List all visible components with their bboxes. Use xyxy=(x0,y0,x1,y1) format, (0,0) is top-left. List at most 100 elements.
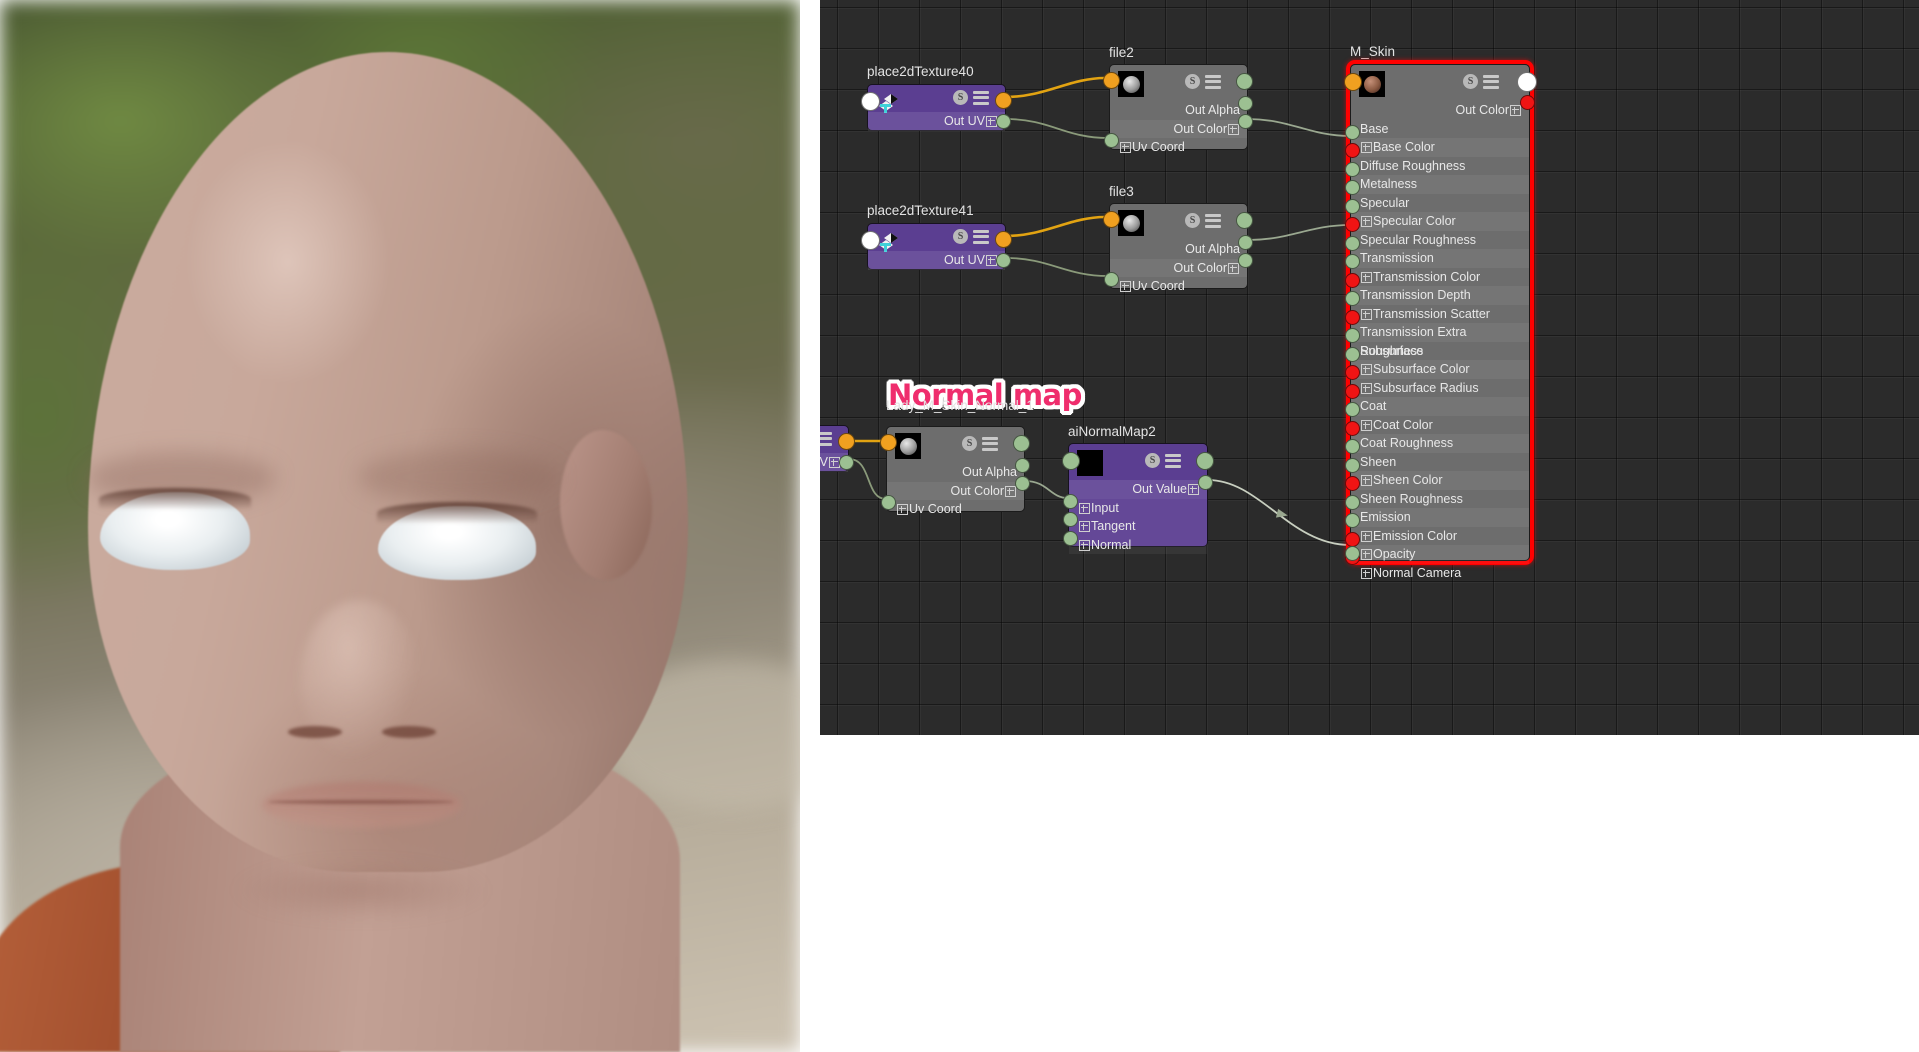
node-output-row[interactable]: Out UV xyxy=(868,251,1005,270)
node-output-row[interactable]: Out Value xyxy=(1069,480,1207,499)
s-badge-icon[interactable]: S xyxy=(1463,74,1478,89)
plug-subsurface-radius[interactable] xyxy=(1345,384,1360,399)
plug-out-uv[interactable] xyxy=(996,114,1011,129)
attr-row-base[interactable]: Base xyxy=(1351,120,1529,139)
node-input-row[interactable]: Normal xyxy=(1069,535,1207,554)
hamburger-icon[interactable] xyxy=(973,229,989,244)
s-badge-icon[interactable]: S xyxy=(1185,74,1200,89)
attr-row-emission[interactable]: Emission xyxy=(1351,508,1529,527)
plug-out-uv[interactable] xyxy=(996,253,1011,268)
plug-in-tangent[interactable] xyxy=(1063,512,1078,527)
hypershade-node-editor[interactable]: Color map Roughness map Normal map place… xyxy=(820,0,1919,735)
plug-transmission[interactable] xyxy=(1345,254,1360,269)
attr-row-transmission-scatter[interactable]: Transmission Scatter xyxy=(1351,305,1529,324)
plug-header-out[interactable] xyxy=(1517,72,1537,92)
node-output-row[interactable]: Out Color xyxy=(1110,258,1247,277)
plug-transmission-color[interactable] xyxy=(1345,273,1360,288)
expand-icon[interactable] xyxy=(1361,364,1372,376)
plug-out-message[interactable] xyxy=(1013,435,1030,452)
node-header[interactable]: S xyxy=(1069,444,1207,480)
plug-transmission-depth[interactable] xyxy=(1345,291,1360,306)
node-place2dtexture40[interactable]: S Out UV xyxy=(861,84,1012,131)
attr-row-subsurface[interactable]: Subsurface xyxy=(1351,342,1529,361)
plug-coat-color[interactable] xyxy=(1345,421,1360,436)
plug-in-uv-coord[interactable] xyxy=(1104,272,1119,287)
expand-icon[interactable] xyxy=(1361,530,1372,542)
expand-icon[interactable] xyxy=(1228,123,1239,135)
node-header[interactable]: S xyxy=(1351,65,1529,101)
plug-message-in[interactable] xyxy=(861,92,880,111)
plug-header-out[interactable] xyxy=(995,231,1012,248)
plug-out-message[interactable] xyxy=(1196,452,1214,470)
plug-specular-color[interactable] xyxy=(1345,217,1360,232)
plug-emission[interactable] xyxy=(1345,513,1360,528)
node-output-row[interactable]: Out UV xyxy=(868,112,1005,131)
attr-row-transmission-depth[interactable]: Transmission Depth xyxy=(1351,286,1529,305)
expand-icon[interactable] xyxy=(1361,271,1372,283)
node-output-row[interactable]: Out Alpha xyxy=(887,463,1024,482)
expand-icon[interactable] xyxy=(1228,262,1239,274)
node-place2dtexture42[interactable]: S Out UV xyxy=(820,425,855,472)
plug-sheen-roughness[interactable] xyxy=(1345,495,1360,510)
plug-out-message[interactable] xyxy=(1236,73,1253,90)
expand-icon[interactable] xyxy=(1005,485,1016,497)
plug-base-color[interactable] xyxy=(1345,143,1360,158)
node-header[interactable]: S xyxy=(887,427,1024,463)
plug-out-color[interactable] xyxy=(1015,476,1030,491)
attr-row-coat[interactable]: Coat xyxy=(1351,397,1529,416)
hamburger-icon[interactable] xyxy=(973,90,989,105)
expand-icon[interactable] xyxy=(1120,281,1131,293)
node-output-row[interactable]: Out Alpha xyxy=(1110,101,1247,120)
plug-out-alpha[interactable] xyxy=(1238,235,1253,250)
plug-out-color[interactable] xyxy=(1520,95,1535,110)
plug-diffuse-roughness[interactable] xyxy=(1345,162,1360,177)
plug-specular-roughness[interactable] xyxy=(1345,236,1360,251)
node-header[interactable]: S xyxy=(1110,204,1247,240)
plug-in-uv-coord[interactable] xyxy=(1104,133,1119,148)
plug-base[interactable] xyxy=(1345,125,1360,140)
expand-icon[interactable] xyxy=(1361,142,1372,154)
expand-icon[interactable] xyxy=(1120,142,1131,154)
s-badge-icon[interactable]: S xyxy=(1185,213,1200,228)
node-header-icons[interactable]: S xyxy=(953,90,989,105)
hamburger-icon[interactable] xyxy=(820,431,832,446)
plug-header-in[interactable] xyxy=(1344,73,1362,91)
node-file2[interactable]: S Out Alpha Out Color Uv Coord xyxy=(1103,64,1253,154)
hamburger-icon[interactable] xyxy=(1165,453,1181,468)
s-badge-icon[interactable]: S xyxy=(1145,453,1160,468)
attr-row-emission-color[interactable]: Emission Color xyxy=(1351,527,1529,546)
plug-out-color[interactable] xyxy=(1238,253,1253,268)
expand-icon[interactable] xyxy=(1188,484,1199,496)
expand-icon[interactable] xyxy=(1361,419,1372,431)
expand-icon[interactable] xyxy=(1361,308,1372,320)
expand-icon[interactable] xyxy=(1361,567,1372,579)
plug-out-color[interactable] xyxy=(1238,114,1253,129)
plug-specular[interactable] xyxy=(1345,199,1360,214)
plug-normal-camera[interactable] xyxy=(1345,546,1360,561)
plug-coat[interactable] xyxy=(1345,402,1360,417)
attr-row-specular[interactable]: Specular xyxy=(1351,194,1529,213)
node-input-row[interactable]: Uv Coord xyxy=(1110,138,1247,157)
node-input-row[interactable]: Tangent xyxy=(1069,517,1207,536)
node-header-icons[interactable]: S xyxy=(1145,453,1181,468)
attr-row-coat-color[interactable]: Coat Color xyxy=(1351,416,1529,435)
attr-row-subsurface-radius[interactable]: Subsurface Radius xyxy=(1351,379,1529,398)
node-lady-m-skin-normal-1[interactable]: S Out Alpha Out Color Uv Coord xyxy=(880,426,1030,516)
plug-subsurface-color[interactable] xyxy=(1345,365,1360,380)
s-badge-icon[interactable]: S xyxy=(962,436,977,451)
node-m-skin[interactable]: S Out Color Base Base Color Diffuse Roug… xyxy=(1344,64,1537,580)
expand-icon[interactable] xyxy=(1079,502,1090,514)
plug-sheen[interactable] xyxy=(1345,458,1360,473)
attr-row-diffuse-roughness[interactable]: Diffuse Roughness xyxy=(1351,157,1529,176)
node-output-row[interactable]: Out Alpha xyxy=(1110,240,1247,259)
plug-out-message[interactable] xyxy=(1236,212,1253,229)
plug-transmission-extra-roughness[interactable] xyxy=(1345,328,1360,343)
expand-icon[interactable] xyxy=(897,504,908,516)
node-header-icons[interactable]: S xyxy=(820,431,832,446)
attr-row-subsurface-color[interactable]: Subsurface Color xyxy=(1351,360,1529,379)
attr-row-opacity[interactable]: Opacity xyxy=(1351,545,1529,564)
node-header-icons[interactable]: S xyxy=(962,436,998,451)
plug-header-out[interactable] xyxy=(838,433,855,450)
plug-metalness[interactable] xyxy=(1345,180,1360,195)
expand-icon[interactable] xyxy=(1361,475,1372,487)
